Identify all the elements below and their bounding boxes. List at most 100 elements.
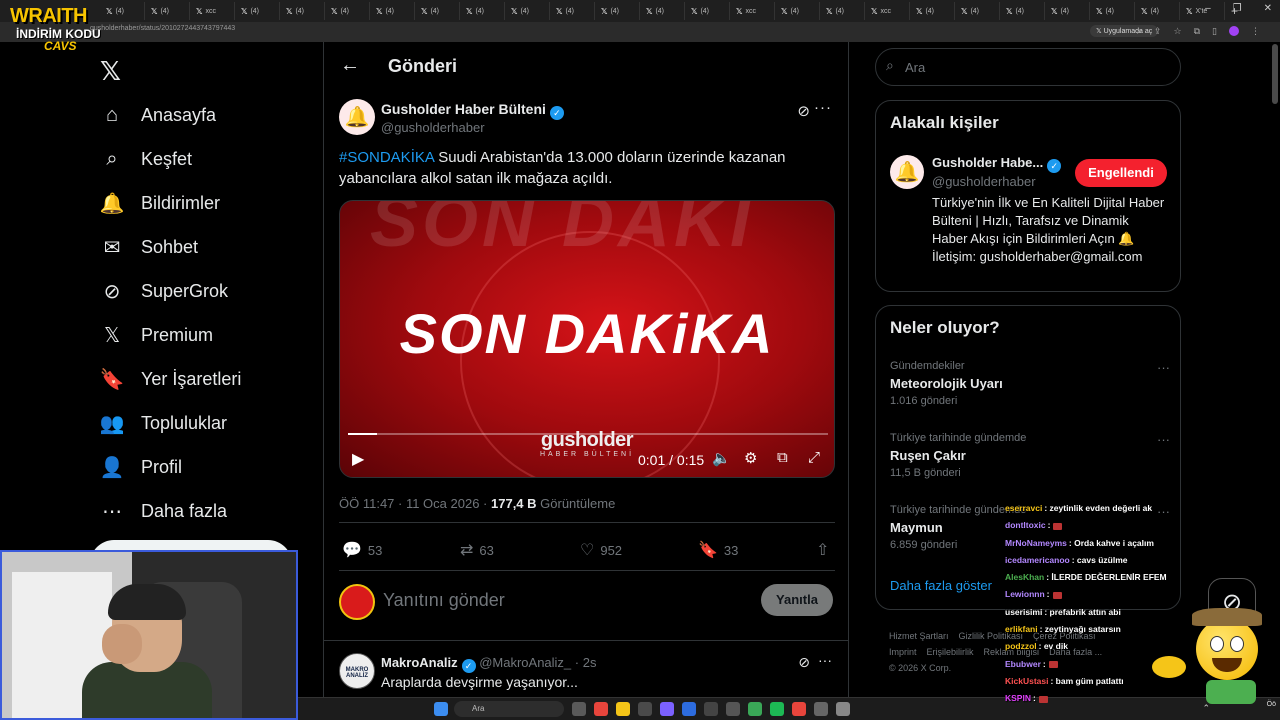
repost-button[interactable]: ⇄ 63: [460, 540, 494, 560]
video-progress-bar[interactable]: [348, 433, 828, 435]
related-handle[interactable]: @gusholderhaber: [932, 174, 1036, 189]
trend-item[interactable]: Türkiye tarihinde gündemde Ruşen Çakır 11,…: [890, 432, 1170, 479]
reply-submit-button[interactable]: Yanıtla: [761, 584, 833, 616]
browser-tab[interactable]: 𝕏 (4): [100, 2, 145, 20]
star-icon[interactable]: ☆: [1174, 26, 1182, 37]
app-icon[interactable]: [814, 702, 828, 716]
chat-username[interactable]: KSPIN: [1005, 693, 1031, 703]
browser-tab[interactable]: 𝕏 (4): [595, 2, 640, 20]
nav-item-0[interactable]: ⌂ Anasayfa: [100, 95, 216, 135]
share-icon[interactable]: ⇪: [1154, 26, 1162, 37]
app-icon[interactable]: [704, 702, 718, 716]
windows-start-icon[interactable]: [434, 702, 448, 716]
post-timestamp[interactable]: ÖÖ 11:47 · 11 Oca 2026 ·: [339, 496, 491, 511]
reply-author[interactable]: MakroAnaliz ✓ @MakroAnaliz_ · 2s: [381, 655, 596, 673]
related-avatar[interactable]: 🔔: [890, 155, 924, 189]
taskbar-clock[interactable]: Öö: [1267, 700, 1276, 709]
chat-username[interactable]: erlikfani: [1005, 624, 1038, 634]
play-icon[interactable]: ▶: [352, 449, 364, 469]
browser-tab[interactable]: 𝕏 (4): [1090, 2, 1135, 20]
app-icon[interactable]: [726, 702, 740, 716]
browser-tab[interactable]: 𝕏 (4): [145, 2, 190, 20]
scrollbar[interactable]: [1272, 44, 1278, 104]
nav-item-5[interactable]: 𝕏 Premium: [100, 315, 213, 355]
fullscreen-icon[interactable]: ⤢: [808, 449, 820, 466]
bookmark-button[interactable]: 🔖 33: [698, 540, 738, 560]
file-explorer-icon[interactable]: [616, 702, 630, 716]
post-author-name[interactable]: Gusholder Haber Bülteni ✓: [381, 101, 564, 120]
browser-tab[interactable]: 𝕏 (4): [685, 2, 730, 20]
browser-tab[interactable]: 𝕏 (4): [640, 2, 685, 20]
settings-gear-icon[interactable]: ⚙: [744, 449, 757, 467]
maximize-icon[interactable]: ❐: [1233, 3, 1242, 14]
nav-item-7[interactable]: 👥 Topluluklar: [100, 403, 228, 443]
chat-username[interactable]: userisimi: [1005, 607, 1042, 617]
profile-avatar[interactable]: [1229, 26, 1239, 36]
more-options-icon[interactable]: ···: [814, 99, 832, 116]
reply-button[interactable]: 💬 53: [342, 540, 382, 560]
app-icon[interactable]: [836, 702, 850, 716]
footer-link[interactable]: Erişilebilirlik: [927, 647, 974, 657]
chat-username[interactable]: eserravci: [1005, 503, 1042, 513]
hashtag-link[interactable]: #SONDAKİKA: [339, 149, 434, 166]
close-icon[interactable]: ✕: [1264, 3, 1272, 14]
volume-icon[interactable]: 🔈: [712, 449, 731, 467]
nav-item-4[interactable]: ⊘ SuperGrok: [100, 271, 228, 311]
more-options-icon[interactable]: ···: [1157, 432, 1170, 447]
chat-username[interactable]: dontltoxic: [1005, 520, 1046, 530]
more-options-icon[interactable]: ···: [1157, 360, 1170, 375]
browser-tab[interactable]: 𝕏 (4): [820, 2, 865, 20]
browser-tab[interactable]: 𝕏 (4): [1000, 2, 1045, 20]
chat-username[interactable]: MrNoNameyms: [1005, 538, 1067, 548]
browser-tab[interactable]: 𝕏 (4): [325, 2, 370, 20]
extensions-icon[interactable]: ⧉: [1194, 26, 1200, 37]
browser-tab[interactable]: 𝕏 (4): [910, 2, 955, 20]
x-logo-icon[interactable]: 𝕏: [100, 56, 121, 87]
tray-chevron-icon[interactable]: ⌃: [1202, 703, 1210, 714]
nav-item-8[interactable]: 👤 Profil: [100, 447, 182, 487]
browser-tab[interactable]: 𝕏 (4): [775, 2, 820, 20]
chrome-icon[interactable]: [792, 702, 806, 716]
chat-username[interactable]: podzzol: [1005, 641, 1037, 651]
reply-input[interactable]: Yanıtını gönder: [383, 590, 505, 611]
nav-item-3[interactable]: ✉ Sohbet: [100, 227, 198, 267]
minimize-icon[interactable]: –: [1205, 3, 1211, 14]
browser-tab[interactable]: 𝕏xcc: [730, 2, 775, 20]
post-author-avatar[interactable]: 🔔: [339, 99, 375, 135]
browser-tab[interactable]: 𝕏 (4): [955, 2, 1000, 20]
chat-username[interactable]: AlesKhan: [1005, 572, 1044, 582]
nav-item-6[interactable]: 🔖 Yer İşaretleri: [100, 359, 242, 399]
share-button[interactable]: ⇧: [816, 540, 829, 560]
chrome-icon[interactable]: [594, 702, 608, 716]
like-button[interactable]: ♡ 952: [580, 540, 622, 560]
pip-icon[interactable]: ⧉: [777, 449, 788, 466]
footer-link[interactable]: © 2026 X Corp.: [889, 663, 951, 673]
nav-item-1[interactable]: ⌕ Keşfet: [100, 139, 192, 179]
nav-item-2[interactable]: 🔔 Bildirimler: [100, 183, 220, 223]
browser-tab[interactable]: 𝕏 (4): [505, 2, 550, 20]
spotify-icon[interactable]: [770, 702, 784, 716]
app-icon[interactable]: [682, 702, 696, 716]
grok-icon[interactable]: ⊘: [798, 654, 810, 671]
task-view-icon[interactable]: [572, 702, 586, 716]
browser-tab[interactable]: 𝕏 (4): [460, 2, 505, 20]
app-icon[interactable]: [748, 702, 762, 716]
video-player[interactable]: SON DAKİ SON DAKiKA gusholder HABER BÜLT…: [339, 200, 835, 478]
trend-item[interactable]: Gündemdekiler Meteorolojik Uyarı 1.016 gön…: [890, 360, 1170, 407]
browser-tab[interactable]: 𝕏 (4): [415, 2, 460, 20]
browser-tab[interactable]: 𝕏xcc: [190, 2, 235, 20]
blocked-button[interactable]: Engellendi: [1075, 159, 1167, 187]
grok-icon[interactable]: ⊘: [797, 102, 810, 120]
chat-username[interactable]: icedamericanoo: [1005, 555, 1070, 565]
browser-tab[interactable]: 𝕏 (4): [550, 2, 595, 20]
more-options-icon[interactable]: ···: [818, 652, 832, 668]
reply-author-avatar[interactable]: MAKRO ANALİZ: [339, 653, 375, 689]
chat-username[interactable]: Ebubwer: [1005, 659, 1041, 669]
browser-tab[interactable]: 𝕏 (4): [235, 2, 280, 20]
nav-item-9[interactable]: ⋯ Daha fazla: [100, 491, 227, 531]
url-field[interactable]: gusholderhaber/status/201027244374379744…: [90, 25, 235, 32]
browser-tab[interactable]: 𝕏 (4): [370, 2, 415, 20]
zoom-icon[interactable]: ⌕: [1137, 26, 1142, 37]
chat-username[interactable]: Lewionnn: [1005, 589, 1045, 599]
show-more-link[interactable]: Daha fazla göster: [890, 578, 992, 593]
